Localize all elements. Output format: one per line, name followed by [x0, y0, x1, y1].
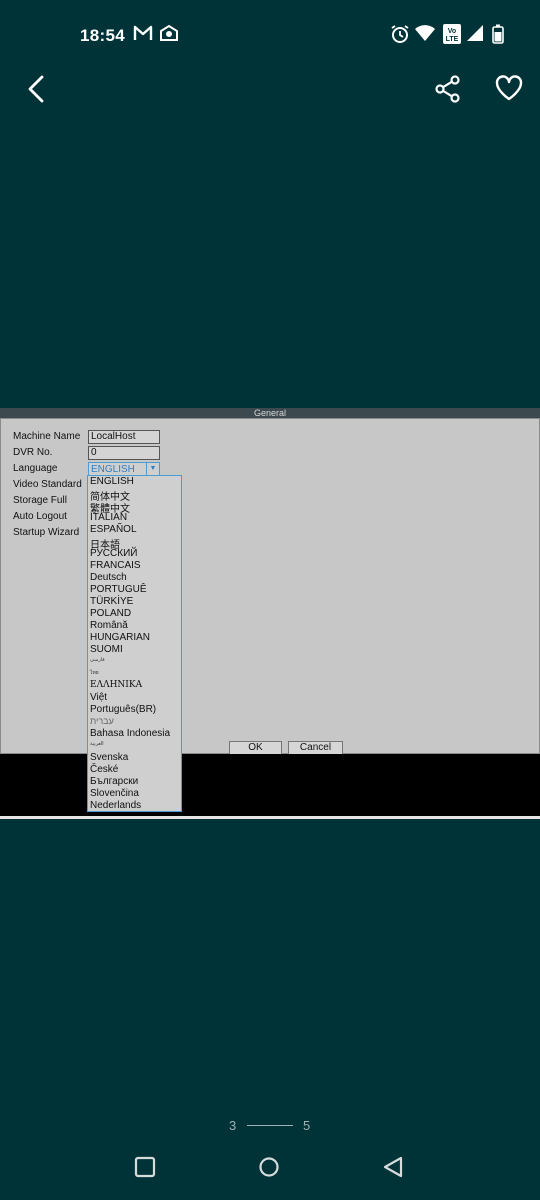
message-icon — [159, 24, 179, 47]
back-nav-icon[interactable] — [382, 1156, 404, 1183]
language-option[interactable]: Việt — [90, 692, 107, 703]
divider — [0, 816, 540, 819]
chevron-down-icon[interactable]: ▼ — [146, 463, 159, 475]
black-strip — [0, 754, 540, 816]
language-option[interactable]: Deutsch — [90, 572, 127, 583]
dvr-screenshot: General Machine Name LocalHost DVR No. 0… — [0, 408, 540, 820]
language-option[interactable]: POLAND — [90, 608, 131, 619]
language-option[interactable]: Svenska — [90, 752, 128, 763]
svg-text:Vo: Vo — [448, 28, 456, 35]
cancel-button[interactable]: Cancel — [288, 741, 343, 755]
language-option[interactable]: עברית — [90, 716, 114, 726]
language-dropdown-list[interactable]: ENGLISH 简体中文 繁體中文 ITALIAN ESPAÑOL 日本語 РУ… — [87, 475, 182, 812]
ok-button[interactable]: OK — [229, 741, 282, 755]
language-option[interactable]: РУССКИЙ — [90, 548, 137, 559]
svg-text:LTE: LTE — [446, 36, 459, 43]
gmail-icon — [133, 24, 153, 47]
language-option[interactable]: České — [90, 764, 118, 775]
language-option[interactable]: Português(BR) — [90, 704, 156, 715]
language-option[interactable]: ENGLISH — [90, 476, 134, 487]
language-option[interactable]: فارسی — [90, 657, 105, 663]
language-option[interactable]: ESPAÑOL — [90, 524, 137, 535]
battery-icon — [492, 24, 504, 49]
signal-icon — [466, 24, 484, 47]
dvr-no-label: DVR No. — [13, 447, 53, 458]
language-option[interactable]: SUOMI — [90, 644, 123, 655]
alarm-icon — [390, 24, 410, 49]
recents-icon[interactable] — [134, 1156, 156, 1183]
language-option[interactable]: Nederlands — [90, 800, 141, 811]
language-option[interactable]: Slovenčina — [90, 788, 139, 799]
general-settings-panel: Machine Name LocalHost DVR No. 0 Languag… — [0, 418, 540, 755]
language-option[interactable]: Български — [90, 776, 138, 787]
language-select[interactable]: ENGLISH ▼ — [88, 462, 160, 476]
language-option[interactable]: HUNGARIAN — [90, 632, 150, 643]
language-option[interactable]: PORTUGUÊ — [90, 584, 147, 595]
back-arrow-icon[interactable] — [24, 74, 50, 109]
pager-total: 5 — [303, 1118, 311, 1133]
wifi-icon — [414, 24, 436, 47]
video-standard-label: Video Standard — [13, 479, 82, 490]
dialog-title: General — [0, 408, 540, 418]
language-label: Language — [13, 463, 58, 474]
status-time: 18:54 — [80, 26, 125, 45]
auto-logout-label: Auto Logout — [13, 511, 67, 522]
language-option[interactable]: العربية — [90, 741, 104, 747]
language-option[interactable]: Română — [90, 620, 128, 631]
volte-icon: Vo LTE — [443, 24, 461, 49]
startup-wizard-label: Startup Wizard — [13, 527, 80, 538]
language-option[interactable]: Bahasa Indonesia — [90, 728, 170, 739]
language-option[interactable]: ไทย — [90, 669, 99, 677]
home-icon[interactable] — [258, 1156, 280, 1183]
pager-divider — [247, 1125, 293, 1126]
status-bar: 18:54 Vo LTE — [0, 0, 540, 72]
storage-full-label: Storage Full — [13, 495, 67, 506]
language-option[interactable]: TÜRKİYE — [90, 596, 133, 607]
share-icon[interactable] — [433, 74, 463, 109]
machine-name-label: Machine Name — [13, 431, 81, 442]
machine-name-field[interactable]: LocalHost — [88, 430, 160, 444]
language-option[interactable]: ITALIAN — [90, 512, 127, 523]
language-option[interactable]: ΕΛΛΗΝΙΚΑ — [90, 680, 142, 690]
language-option[interactable]: FRANCAIS — [90, 560, 141, 571]
pager-current: 3 — [229, 1118, 237, 1133]
heart-icon[interactable] — [494, 74, 524, 107]
dvr-no-field[interactable]: 0 — [88, 446, 160, 460]
